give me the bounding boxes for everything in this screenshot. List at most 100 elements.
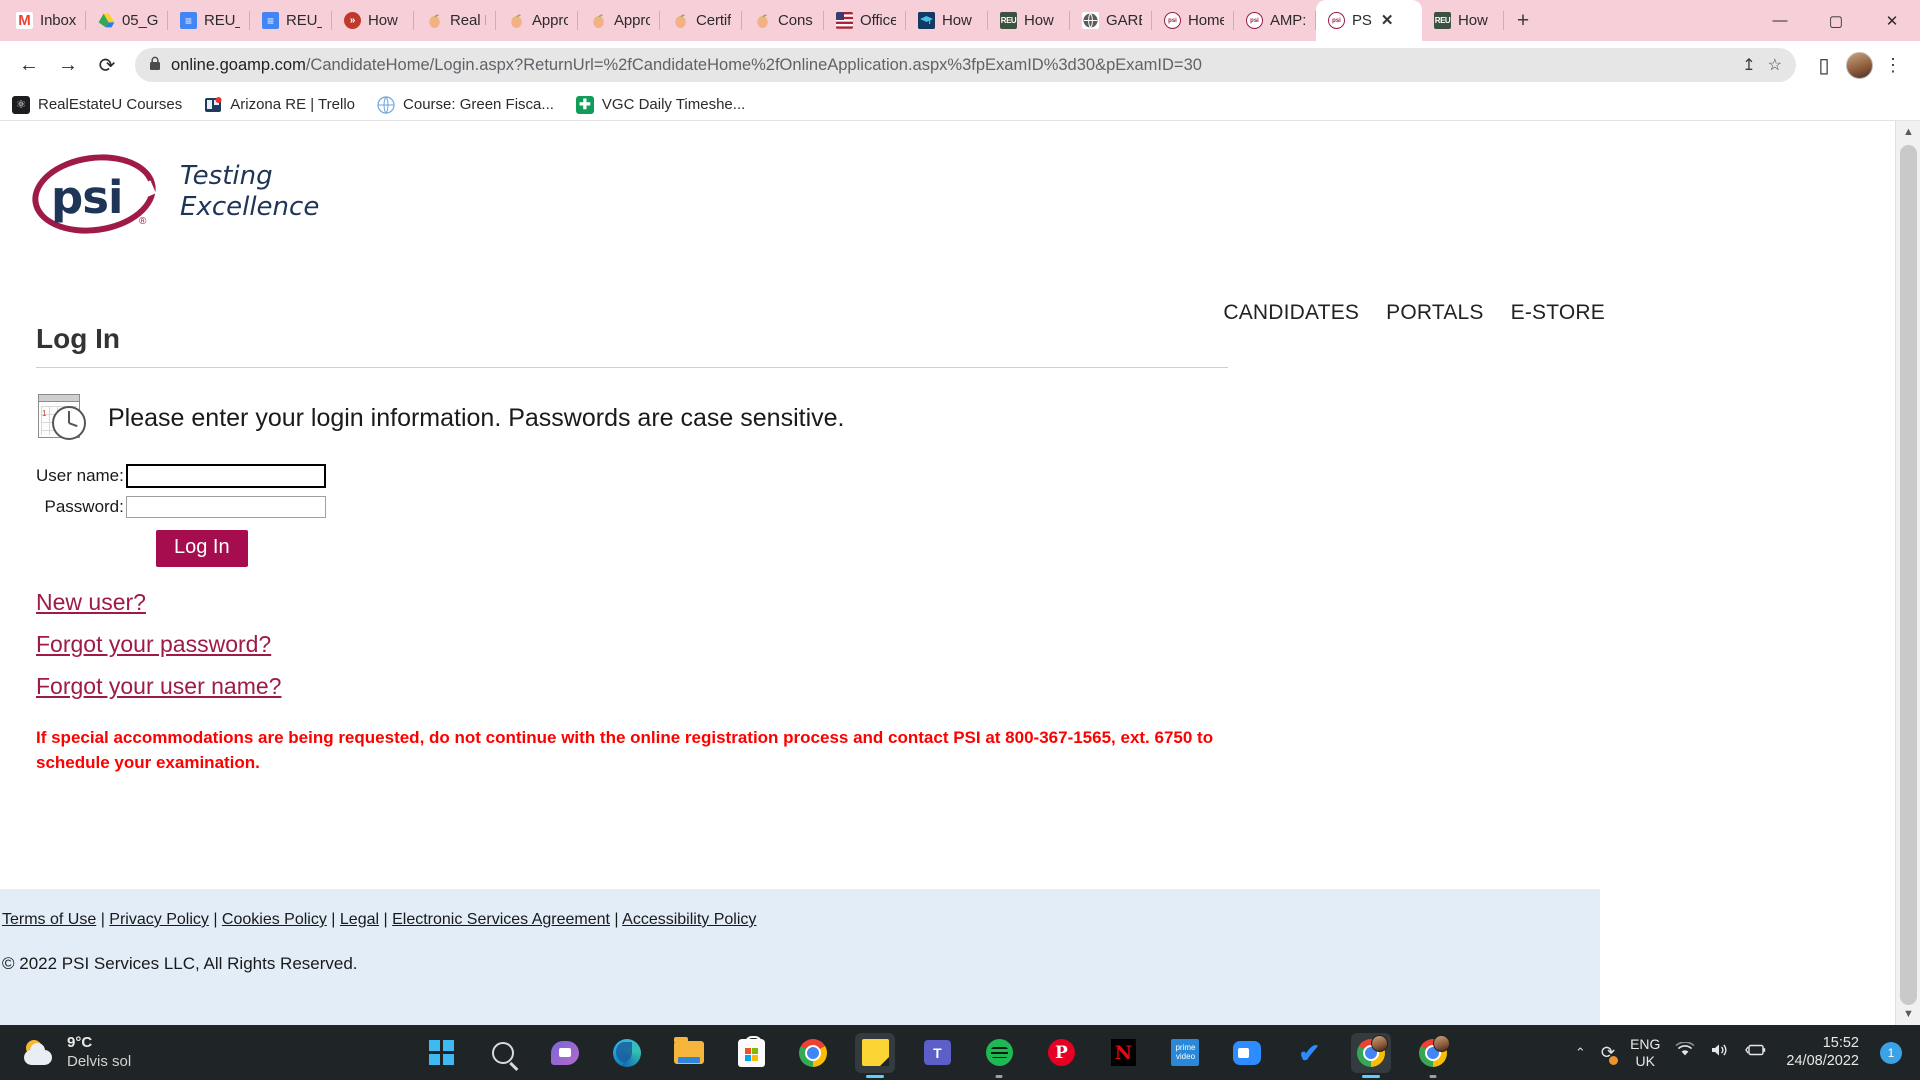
- chrome-button[interactable]: [793, 1033, 833, 1073]
- browser-tab[interactable]: REU How: [1422, 0, 1504, 41]
- browser-tab[interactable]: 05_Ge: [86, 0, 168, 41]
- new-user-link[interactable]: New user?: [36, 589, 146, 616]
- bookmark-item[interactable]: Course: Green Fisca...: [377, 95, 554, 114]
- psi-icon: psi: [1246, 12, 1263, 29]
- minimize-button[interactable]: —: [1752, 0, 1808, 41]
- page-scrollbar[interactable]: ▲ ▼: [1895, 121, 1920, 1025]
- browser-tab[interactable]: Appro: [578, 0, 660, 41]
- nav-item-portals[interactable]: PORTALS: [1386, 301, 1484, 325]
- avatar[interactable]: [1846, 51, 1873, 79]
- footer-link-terms-of-use[interactable]: Terms of Use: [2, 911, 96, 928]
- login-button[interactable]: Log In: [156, 530, 248, 567]
- start-button[interactable]: [421, 1033, 461, 1073]
- browser-tab[interactable]: How: [906, 0, 988, 41]
- footer-link-legal[interactable]: Legal: [340, 911, 379, 928]
- notification-badge[interactable]: 1: [1880, 1041, 1902, 1064]
- language-indicator[interactable]: ENG UK: [1630, 1036, 1660, 1069]
- nav-item-estore[interactable]: E-STORE: [1511, 301, 1605, 325]
- file-explorer-button[interactable]: [669, 1033, 709, 1073]
- browser-tab[interactable]: ≡ REU_: [250, 0, 332, 41]
- browser-tab[interactable]: psi AMP:: [1234, 0, 1316, 41]
- chrome-profile-button[interactable]: [1351, 1032, 1392, 1073]
- show-hidden-icons-icon[interactable]: ⌃: [1575, 1045, 1586, 1061]
- browser-tab[interactable]: ≡ REU_: [168, 0, 250, 41]
- browser-tab[interactable]: Appro: [496, 0, 578, 41]
- bookmark-item[interactable]: ⚛ RealEstateU Courses: [12, 95, 182, 114]
- bookmark-star-icon[interactable]: ☆: [1768, 55, 1782, 75]
- reload-button[interactable]: ⟳: [90, 48, 124, 82]
- volume-icon[interactable]: [1710, 1042, 1730, 1063]
- mango-icon: [672, 12, 689, 29]
- copyright-text: © 2022 PSI Services LLC, All Rights Rese…: [2, 954, 358, 973]
- browser-tab[interactable]: Real E: [414, 0, 496, 41]
- bookmark-item[interactable]: ✚ VGC Daily Timeshe...: [575, 95, 746, 114]
- nav-item-candidates[interactable]: CANDIDATES: [1223, 301, 1359, 325]
- browser-tab[interactable]: Office: [824, 0, 906, 41]
- sync-icon[interactable]: ⟳: [1601, 1043, 1619, 1065]
- browser-menu-icon[interactable]: ⋮: [1878, 55, 1908, 76]
- password-row: Password:: [36, 496, 326, 518]
- battery-icon[interactable]: [1745, 1042, 1767, 1063]
- language-line1: ENG: [1630, 1035, 1661, 1052]
- browser-tab[interactable]: M Inbox: [4, 0, 86, 41]
- maximize-button[interactable]: ▢: [1808, 0, 1864, 41]
- chrome-profile-2-button[interactable]: [1413, 1033, 1453, 1073]
- scrollbar-thumb[interactable]: [1900, 145, 1917, 1005]
- chat-button[interactable]: [545, 1033, 585, 1073]
- footer-link-electronic-services-agreement[interactable]: Electronic Services Agreement: [392, 911, 610, 928]
- bookmark-label: VGC Daily Timeshe...: [601, 96, 746, 113]
- wifi-icon[interactable]: [1675, 1041, 1695, 1063]
- side-panel-icon[interactable]: ▯: [1807, 48, 1841, 82]
- tab-label: Inbox: [40, 12, 76, 29]
- footer-link-cookies-policy[interactable]: Cookies Policy: [222, 911, 327, 928]
- clock[interactable]: 15:52 24/08/2022: [1786, 1035, 1859, 1070]
- globe-icon: [1082, 12, 1099, 29]
- us-flag-icon: [836, 12, 853, 29]
- netflix-button[interactable]: N: [1103, 1033, 1143, 1073]
- forgot-username-link[interactable]: Forgot your user name?: [36, 673, 281, 700]
- microsoft-store-button[interactable]: [731, 1033, 771, 1073]
- teams-button[interactable]: T: [917, 1033, 957, 1073]
- chrome-icon: [799, 1038, 828, 1067]
- edge-button[interactable]: [607, 1033, 647, 1073]
- footer-link-privacy-policy[interactable]: Privacy Policy: [109, 911, 209, 928]
- close-window-button[interactable]: ✕: [1864, 0, 1920, 41]
- sticky-notes-button[interactable]: [855, 1032, 896, 1073]
- forgot-password-link[interactable]: Forgot your password?: [36, 631, 271, 658]
- share-icon[interactable]: ↥: [1742, 55, 1755, 75]
- tab-label: Certif: [696, 12, 732, 29]
- system-tray: ⌃ ⟳ ENG UK 15:52 24/08/2022 1: [1575, 1035, 1920, 1070]
- address-bar[interactable]: online.goamp.com/CandidateHome/Login.asp…: [135, 48, 1796, 82]
- todo-button[interactable]: ✔: [1289, 1033, 1329, 1073]
- pinterest-button[interactable]: P: [1041, 1033, 1081, 1073]
- username-input[interactable]: [125, 464, 326, 488]
- password-input[interactable]: [125, 496, 326, 518]
- prime-video-button[interactable]: prime video: [1165, 1033, 1205, 1073]
- profile-avatar: [1371, 1034, 1389, 1052]
- search-button[interactable]: [483, 1033, 523, 1073]
- forward-button[interactable]: →: [51, 48, 85, 82]
- new-tab-button[interactable]: +: [1504, 0, 1542, 41]
- scroll-up-arrow-icon[interactable]: ▲: [1896, 121, 1920, 143]
- clock-date: 24/08/2022: [1786, 1052, 1859, 1069]
- browser-tab[interactable]: Cons: [742, 0, 824, 41]
- browser-tab[interactable]: GARE: [1070, 0, 1152, 41]
- edge-icon: [613, 1038, 642, 1067]
- spotify-button[interactable]: [979, 1033, 1019, 1073]
- browser-tab[interactable]: » How: [332, 0, 414, 41]
- psi-logo[interactable]: psi ® Testing Excellence: [22, 145, 322, 242]
- browser-tab[interactable]: REU How: [988, 0, 1070, 41]
- registered-trademark-icon: ®: [139, 216, 147, 227]
- weather-widget[interactable]: 9°C Delvis sol: [0, 1034, 300, 1072]
- browser-tab[interactable]: Certif: [660, 0, 742, 41]
- bookmark-item[interactable]: Arizona RE | Trello: [204, 95, 355, 114]
- scroll-down-arrow-icon[interactable]: ▼: [1896, 1003, 1920, 1025]
- back-button[interactable]: ←: [12, 48, 46, 82]
- browser-tab[interactable]: psi Home: [1152, 0, 1234, 41]
- tab-label: Real E: [450, 12, 486, 29]
- footer-link-accessibility-policy[interactable]: Accessibility Policy: [622, 911, 756, 928]
- zoom-button[interactable]: [1227, 1033, 1267, 1073]
- tab-label: Cons: [778, 12, 813, 29]
- close-tab-icon[interactable]: ✕: [1381, 13, 1394, 28]
- browser-tab-active[interactable]: psi PS ✕: [1316, 0, 1422, 41]
